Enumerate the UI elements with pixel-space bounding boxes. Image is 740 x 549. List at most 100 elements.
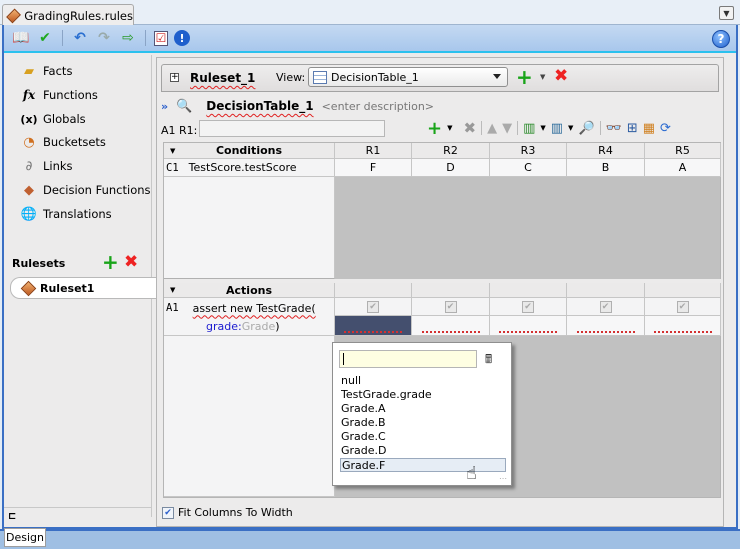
- description-field[interactable]: <enter description>: [322, 100, 434, 113]
- condition-row-label[interactable]: C1 TestScore.testScore: [164, 159, 335, 177]
- action-checkbox[interactable]: ✔: [676, 300, 689, 313]
- condition-cell[interactable]: F: [335, 159, 412, 177]
- links-icon: ∂: [25, 158, 33, 174]
- merge-icon[interactable]: ⊞: [627, 121, 638, 136]
- sidebar-item-facts[interactable]: ▰ Facts: [20, 61, 72, 81]
- undo-icon[interactable]: ↶: [71, 29, 89, 47]
- rule-header[interactable]: R3: [490, 143, 567, 159]
- refresh-icon[interactable]: ⟳: [660, 121, 671, 136]
- action-row-label[interactable]: A1 assert new TestGrade( grade: Grade ): [164, 298, 335, 336]
- resize-grip-icon[interactable]: ⋯: [499, 474, 507, 483]
- sidebar-item-decision-functions[interactable]: ◆ Decision Functions: [20, 180, 151, 200]
- view-select[interactable]: DecisionTable_1: [308, 67, 508, 87]
- rule-header[interactable]: R4: [567, 143, 645, 159]
- redo-icon[interactable]: ↷: [95, 29, 113, 47]
- help-icon[interactable]: ?: [712, 30, 730, 48]
- action-header-cell: [567, 283, 645, 298]
- action-value-cell[interactable]: [412, 316, 490, 336]
- hand-cursor-icon: ☝: [466, 463, 477, 484]
- action-id: A1: [166, 302, 179, 314]
- move-down-icon[interactable]: ▼: [502, 121, 512, 136]
- sidebar-item-bucketsets[interactable]: ◔ Bucketsets: [20, 132, 106, 152]
- text-caret: [343, 353, 344, 365]
- action-checkbox[interactable]: ✔: [367, 300, 379, 313]
- action-enable-cell[interactable]: ✔: [645, 298, 721, 316]
- add-view-dropdown-icon[interactable]: ▼: [540, 73, 545, 81]
- action-enable-cell[interactable]: ✔: [490, 298, 567, 316]
- info-icon[interactable]: !: [174, 30, 190, 46]
- decision-table-name[interactable]: DecisionTable_1: [206, 99, 313, 113]
- add-dropdown-icon[interactable]: ▼: [447, 124, 452, 132]
- delete-view-icon[interactable]: ✖: [554, 66, 568, 86]
- action-checkbox[interactable]: ✔: [522, 300, 534, 313]
- toolbar-separator: [62, 30, 63, 46]
- condition-cell[interactable]: D: [412, 159, 490, 177]
- action-value-cell-selected[interactable]: [335, 316, 412, 336]
- editor-tab-strip: GradingRules.rules ▼: [0, 0, 740, 26]
- rule-header[interactable]: R2: [412, 143, 490, 159]
- tab-list-dropdown[interactable]: ▼: [719, 6, 734, 20]
- popup-option[interactable]: Grade.D: [340, 444, 506, 458]
- expression-builder-icon[interactable]: 🖩: [485, 350, 501, 368]
- condition-cell[interactable]: C: [490, 159, 567, 177]
- conflicts-icon[interactable]: ▦: [643, 121, 655, 136]
- value-filter-input[interactable]: [339, 350, 477, 368]
- action-enable-cell[interactable]: ✔: [335, 298, 412, 316]
- action-checkbox[interactable]: ✔: [444, 300, 457, 313]
- action-enable-cell[interactable]: ✔: [412, 298, 490, 316]
- checklist-icon[interactable]: ☑: [154, 30, 168, 46]
- condition-cell[interactable]: A: [645, 159, 721, 177]
- collapse-caret-icon[interactable]: ▼: [170, 286, 175, 294]
- collapse-chevron-icon[interactable]: »: [161, 100, 168, 113]
- action-value-cell[interactable]: [567, 316, 645, 336]
- split-column-icon[interactable]: ▥: [551, 121, 563, 136]
- file-tab[interactable]: GradingRules.rules: [2, 4, 134, 26]
- fit-columns-option[interactable]: ✔ Fit Columns To Width: [162, 506, 293, 519]
- conditions-header[interactable]: ▼ Conditions: [164, 143, 335, 159]
- insert-column-dropdown-icon[interactable]: ▼: [540, 124, 545, 132]
- collapse-panel-icon[interactable]: ⊏: [8, 511, 16, 522]
- open-book-icon[interactable]: 📖: [12, 29, 30, 47]
- add-row-icon[interactable]: +: [427, 118, 442, 139]
- popup-option[interactable]: Grade.B: [340, 416, 506, 430]
- design-tab[interactable]: Design: [4, 528, 46, 547]
- action-value-cell[interactable]: [645, 316, 721, 336]
- ruleset-name[interactable]: Ruleset_1: [190, 71, 255, 85]
- popup-option[interactable]: TestGrade.grade: [340, 388, 506, 402]
- condition-cell[interactable]: B: [567, 159, 645, 177]
- rule-header[interactable]: R5: [645, 143, 721, 159]
- cell-expression-input[interactable]: [199, 120, 385, 137]
- split-column-dropdown-icon[interactable]: ▼: [568, 124, 573, 132]
- ruleset-item-label: Ruleset1: [40, 281, 95, 295]
- add-ruleset-icon[interactable]: +: [102, 252, 119, 272]
- expand-icon[interactable]: +: [170, 73, 179, 82]
- action-enable-cell[interactable]: ✔: [567, 298, 645, 316]
- sidebar-item-translations[interactable]: 🌐 Translations: [20, 204, 112, 224]
- delete-ruleset-icon[interactable]: ✖: [124, 252, 138, 272]
- popup-option[interactable]: null: [340, 374, 506, 388]
- action-param-type: Grade: [241, 319, 276, 333]
- sidebar-item-globals[interactable]: (x) Globals: [20, 109, 85, 129]
- collapse-caret-icon[interactable]: ▼: [170, 147, 175, 155]
- glasses-icon[interactable]: 👓: [606, 121, 622, 136]
- insert-column-icon[interactable]: ▥: [523, 121, 535, 136]
- import-icon[interactable]: ⇨: [119, 29, 137, 47]
- validate-check-icon[interactable]: ✔: [36, 29, 54, 47]
- search-icon[interactable]: 🔍: [176, 99, 192, 114]
- popup-option[interactable]: Grade.A: [340, 402, 506, 416]
- move-up-icon[interactable]: ▲: [487, 121, 497, 136]
- error-underline: [499, 330, 557, 333]
- action-value-cell[interactable]: [490, 316, 567, 336]
- popup-option[interactable]: Grade.C: [340, 430, 506, 444]
- find-gaps-icon[interactable]: 🔎: [578, 121, 594, 136]
- add-view-icon[interactable]: +: [516, 65, 533, 89]
- ruleset-item[interactable]: Ruleset1: [10, 277, 156, 299]
- sidebar-item-functions[interactable]: fx Functions: [20, 85, 98, 105]
- popup-option-selected[interactable]: Grade.F: [340, 458, 506, 472]
- rule-header[interactable]: R1: [335, 143, 412, 159]
- delete-icon[interactable]: ✖: [463, 119, 476, 137]
- actions-header[interactable]: ▼ Actions: [164, 283, 335, 298]
- action-checkbox[interactable]: ✔: [599, 300, 612, 313]
- fit-columns-checkbox[interactable]: ✔: [162, 506, 174, 519]
- sidebar-item-links[interactable]: ∂ Links: [20, 156, 73, 176]
